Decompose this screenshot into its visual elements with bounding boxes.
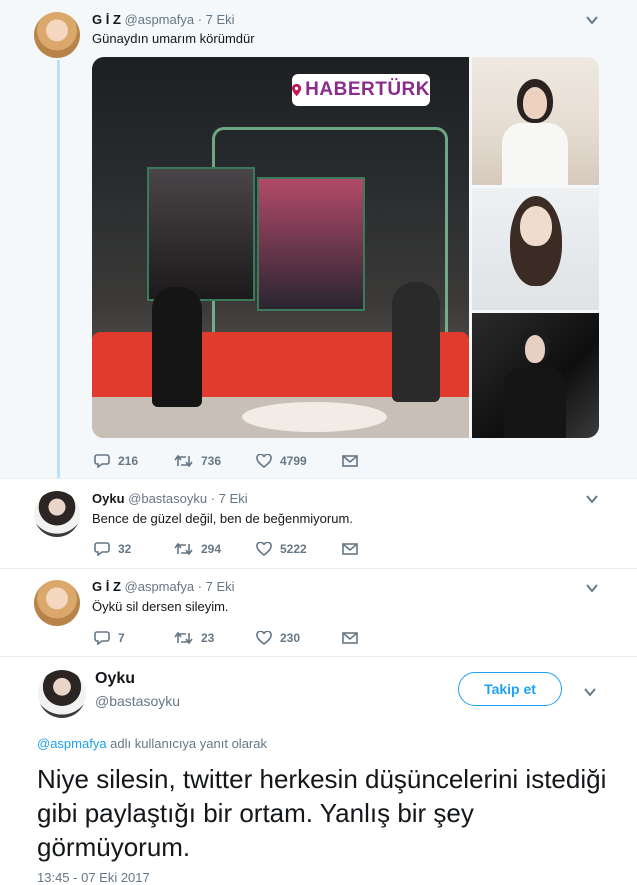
badge-text: HABERTÜRK — [305, 79, 430, 100]
like-button[interactable]: 230 — [256, 630, 342, 645]
portrait-figure — [525, 335, 545, 363]
like-count: 4799 — [280, 453, 307, 468]
reply-button[interactable]: 32 — [94, 541, 174, 556]
chevron-down-icon[interactable] — [585, 581, 599, 595]
retweet-count: 23 — [201, 630, 215, 645]
tweet-actions: 7 23 230 — [94, 630, 358, 645]
main-tweet: Oyku @bastasoyku Takip et @aspmafya adlı… — [0, 656, 637, 885]
author-name[interactable]: Oyku — [95, 670, 135, 688]
avatar[interactable] — [34, 580, 80, 626]
envelope-icon — [342, 631, 358, 644]
tweet-media[interactable]: HABERTÜRK — [92, 57, 599, 438]
direct-message-button[interactable] — [342, 631, 358, 644]
envelope-icon — [342, 454, 358, 467]
like-count: 5222 — [280, 541, 307, 556]
tweet-header: G İ Z @aspmafya · 7 Eki — [92, 12, 235, 27]
retweet-count: 736 — [201, 453, 222, 468]
retweet-button[interactable]: 294 — [174, 542, 256, 556]
author-name[interactable]: G İ Z — [92, 12, 121, 27]
studio-screen — [147, 167, 255, 301]
retweet-icon — [174, 631, 193, 644]
tweet-2[interactable]: Oyku @bastasoyku · 7 Eki Bence de güzel … — [0, 478, 637, 569]
reply-context: @aspmafya adlı kullanıcıya yanıt olarak — [37, 736, 267, 751]
author-handle[interactable]: @aspmafya — [125, 12, 195, 27]
like-count: 230 — [280, 630, 301, 645]
author-handle[interactable]: @bastasoyku — [95, 693, 180, 709]
reply-button[interactable]: 216 — [94, 453, 174, 468]
reply-mention-link[interactable]: @aspmafya — [37, 736, 107, 751]
retweet-icon — [174, 454, 193, 467]
tweet-header: Oyku @bastasoyku · 7 Eki — [92, 491, 248, 506]
follow-button[interactable]: Takip et — [458, 672, 562, 706]
reply-context-text: adlı kullanıcıya yanıt olarak — [106, 736, 267, 751]
location-badge: HABERTÜRK — [292, 74, 430, 106]
guest-figure — [152, 287, 202, 407]
avatar[interactable] — [34, 12, 80, 58]
direct-message-button[interactable] — [342, 542, 358, 555]
tweet-text: Öykü sil dersen sileyim. — [92, 599, 229, 614]
portrait-shirt — [504, 368, 566, 438]
like-button[interactable]: 4799 — [256, 453, 342, 468]
tweet-actions: 216 736 4799 — [94, 453, 358, 468]
reply-count: 216 — [118, 453, 139, 468]
main-tweet-text: Niye silesin, twitter herkesin düşüncele… — [37, 764, 607, 862]
reply-icon — [94, 454, 110, 468]
tweet-time[interactable]: · 7 Eki — [211, 491, 248, 506]
reply-button[interactable]: 7 — [94, 630, 174, 645]
thread-line — [57, 60, 60, 478]
portrait-figure — [523, 87, 547, 119]
portrait-figure — [520, 206, 552, 246]
host-figure — [392, 282, 440, 402]
retweet-button[interactable]: 736 — [174, 454, 256, 468]
chevron-down-icon[interactable] — [583, 685, 597, 699]
chevron-down-icon[interactable] — [585, 492, 599, 506]
tweet-time[interactable]: · 7 Eki — [198, 12, 235, 27]
avatar[interactable] — [38, 670, 86, 718]
author-name[interactable]: G İ Z — [92, 579, 121, 594]
studio-table — [242, 402, 387, 432]
reply-count: 7 — [118, 630, 125, 645]
heart-icon — [256, 453, 272, 468]
reply-icon — [94, 631, 110, 645]
retweet-button[interactable]: 23 — [174, 631, 256, 645]
tweet-time[interactable]: · 7 Eki — [198, 579, 235, 594]
tweet-text: Günaydın umarım körümdür — [92, 31, 255, 46]
retweet-count: 294 — [201, 541, 222, 556]
author-handle[interactable]: @aspmafya — [125, 579, 195, 594]
media-photo-3[interactable] — [472, 188, 599, 310]
tweet-text: Bence de güzel değil, ben de beğenmiyoru… — [92, 511, 353, 526]
like-button[interactable]: 5222 — [256, 541, 342, 556]
chevron-down-icon[interactable] — [585, 13, 599, 27]
tweet-actions: 32 294 5222 — [94, 541, 358, 556]
media-photo-2[interactable] — [472, 57, 599, 185]
retweet-icon — [174, 542, 193, 555]
envelope-icon — [342, 542, 358, 555]
heart-icon — [256, 630, 272, 645]
reply-count: 32 — [118, 541, 132, 556]
author-name[interactable]: Oyku — [92, 491, 125, 506]
tweet-3[interactable]: G İ Z @aspmafya · 7 Eki Öykü sil dersen … — [0, 568, 637, 657]
location-pin-icon — [292, 83, 302, 97]
avatar[interactable] — [34, 491, 80, 537]
studio-screen — [257, 177, 365, 311]
tweet-timestamp[interactable]: 13:45 - 07 Eki 2017 — [37, 870, 150, 885]
author-handle[interactable]: @bastasoyku — [128, 491, 207, 506]
tweet-header: G İ Z @aspmafya · 7 Eki — [92, 579, 235, 594]
media-photo-4[interactable] — [472, 313, 599, 438]
reply-icon — [94, 542, 110, 556]
media-photo-main[interactable]: HABERTÜRK — [92, 57, 469, 438]
portrait-shirt — [502, 123, 568, 185]
heart-icon — [256, 541, 272, 556]
direct-message-button[interactable] — [342, 454, 358, 467]
tweet-1[interactable]: G İ Z @aspmafya · 7 Eki Günaydın umarım … — [0, 0, 637, 478]
